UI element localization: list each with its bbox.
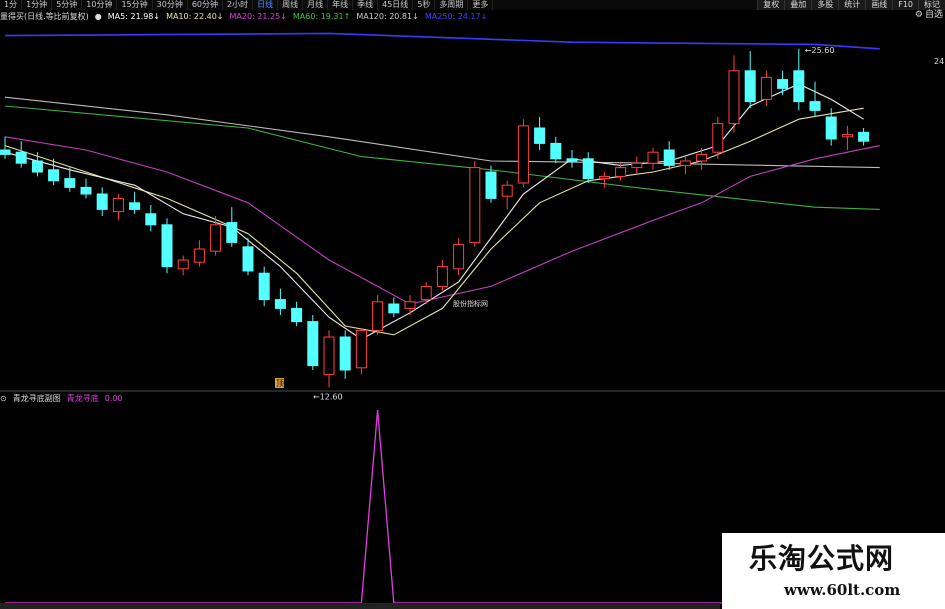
low-label: ←12.60 [313,393,343,402]
candle-body [501,184,513,197]
candle-body [793,70,805,103]
candle-body [242,246,254,272]
candle-body [210,224,222,252]
candle-body [274,299,286,309]
candle-body [15,151,27,164]
candle-body [339,336,351,371]
ma-line-ma250 [4,32,880,50]
ma-line-ma60 [4,105,880,210]
candle-body [485,171,497,199]
candle-body [372,301,384,331]
candle-body [744,70,756,103]
ma-line-ma10 [4,107,864,336]
candle-body [258,272,270,301]
candle-body [760,76,772,100]
candle-body [355,329,367,369]
candle-body [469,167,481,243]
candle-body [550,142,562,160]
candle-body [177,259,189,270]
candle-body [841,134,853,138]
high-label: ←25.60 [805,46,835,55]
candle-body [566,158,578,162]
candle-body [712,123,724,153]
candle-body [696,153,708,162]
candle-body [777,79,789,89]
candle-body [145,213,157,226]
candle-body [226,222,238,243]
candle-body [193,248,205,263]
candle-body [858,131,870,142]
candle-body [31,160,43,173]
candle-body [679,160,691,166]
candle-body [388,303,400,314]
candle-body [647,151,659,164]
candle-body [420,285,432,301]
candle-body [0,149,11,155]
candle-body [112,197,124,213]
candle-body [323,336,335,375]
candle-body [728,70,740,125]
candle-body [307,321,319,367]
candle-body [404,301,416,309]
candle-body [615,167,627,177]
candle-body [534,127,546,144]
candle-body [80,186,92,195]
candle-body [436,266,448,287]
watermark: 乐淘公式网 www.60lt.com [722,533,945,609]
candle-body [809,101,821,111]
candle-body [517,125,529,184]
candle-body [161,224,173,268]
candle-body [663,149,675,166]
candles [0,48,870,388]
candle-body [129,202,141,210]
kline-chart[interactable]: ←25.60 ←12.60 顶 股份指标网 [0,0,945,609]
candle-body [598,175,610,180]
candle-body [291,307,303,323]
watermark-title: 乐淘公式网 [749,542,895,575]
mid-label: 股份指标网 [453,299,488,308]
candle-body [582,158,594,180]
candle-body [96,193,108,210]
candle-body [48,169,60,182]
marker-label: 顶 [276,379,284,388]
bottom-scrollbar[interactable] [0,603,720,609]
candle-body [64,178,76,188]
watermark-url: www.60lt.com [784,581,901,599]
candle-body [825,116,837,140]
candle-body [631,162,643,169]
candle-body [453,244,465,270]
